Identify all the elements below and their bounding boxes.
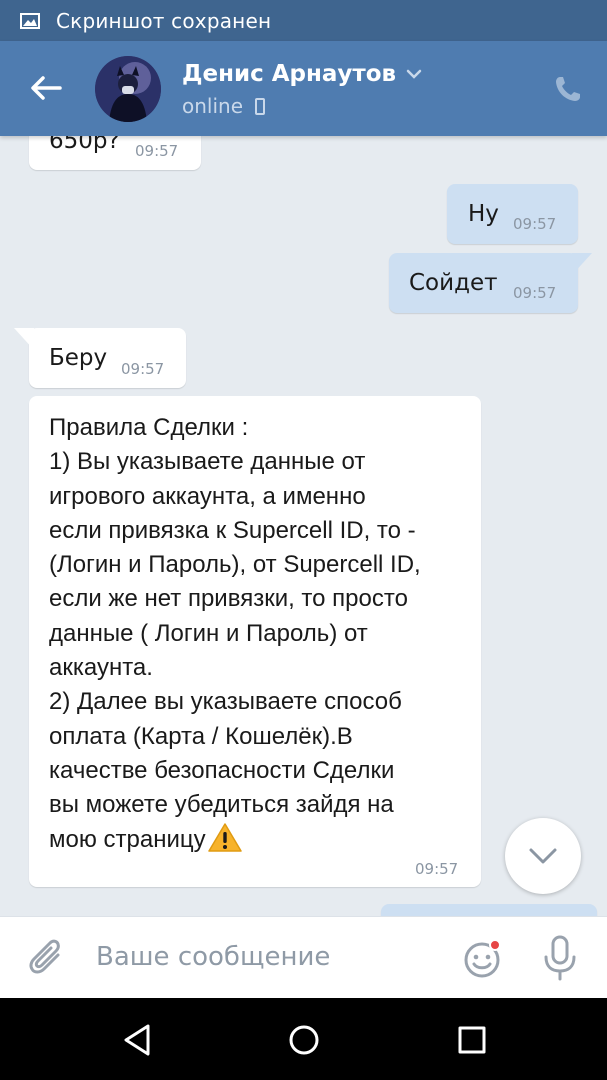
- contact-name[interactable]: Денис Арнаутов: [182, 61, 422, 87]
- message-input[interactable]: [96, 935, 436, 979]
- back-button[interactable]: [28, 73, 64, 103]
- paperclip-icon[interactable]: [28, 937, 66, 979]
- message-text: Правила Сделки : 1) Вы указываете данные…: [49, 411, 479, 857]
- presence-text: online: [182, 94, 244, 118]
- chevron-down-icon: [406, 69, 422, 79]
- screenshot-notification: Скриншот сохранен: [56, 8, 272, 33]
- smiley-icon[interactable]: [462, 938, 504, 980]
- message-outgoing[interactable]: Ну 09:57: [447, 184, 578, 244]
- microphone-icon[interactable]: [540, 935, 580, 981]
- rules-text-body: Правила Сделки : 1) Вы указываете данные…: [49, 414, 421, 853]
- chevron-down-icon: [529, 848, 557, 864]
- message-time: 09:57: [513, 215, 557, 233]
- phone-icon[interactable]: [553, 74, 583, 104]
- bubble-tail: [572, 253, 592, 275]
- triangle-back-icon[interactable]: [118, 1020, 158, 1060]
- bubble-tail: [14, 328, 34, 350]
- presence-status: online: [182, 94, 266, 118]
- square-recents-icon[interactable]: [452, 1020, 492, 1060]
- message-outgoing-partial[interactable]: [381, 904, 597, 916]
- mobile-phone-icon: [255, 97, 266, 115]
- message-text: Сойдет: [409, 270, 498, 296]
- message-time: 09:57: [135, 142, 179, 160]
- message-outgoing[interactable]: Сойдет 09:57: [389, 253, 592, 313]
- status-bar: Скриншот сохранен: [0, 0, 607, 41]
- image-icon: [20, 12, 40, 29]
- message-text: 650р?: [49, 136, 120, 154]
- message-incoming[interactable]: 650р? 09:57: [29, 136, 201, 170]
- contact-name-text: Денис Арнаутов: [182, 61, 397, 87]
- message-list[interactable]: 650р? 09:57 Ну 09:57 Сойдет 09:57 Беру 0…: [0, 136, 607, 916]
- system-navigation-bar: [0, 998, 607, 1080]
- message-time: 09:57: [415, 860, 459, 878]
- message-incoming[interactable]: Беру 09:57: [14, 328, 186, 388]
- message-composer: [0, 916, 607, 998]
- contact-avatar[interactable]: [95, 56, 161, 122]
- message-incoming[interactable]: Правила Сделки : 1) Вы указываете данные…: [29, 396, 481, 887]
- message-text: Беру: [49, 345, 108, 371]
- avatar-image: [95, 56, 161, 122]
- chat-header: Денис Арнаутов online: [0, 41, 607, 136]
- message-time: 09:57: [121, 360, 165, 378]
- message-text: Ну: [468, 201, 499, 227]
- message-time: 09:57: [513, 284, 557, 302]
- circle-home-icon[interactable]: [284, 1020, 324, 1060]
- scroll-to-bottom-button[interactable]: [505, 818, 581, 894]
